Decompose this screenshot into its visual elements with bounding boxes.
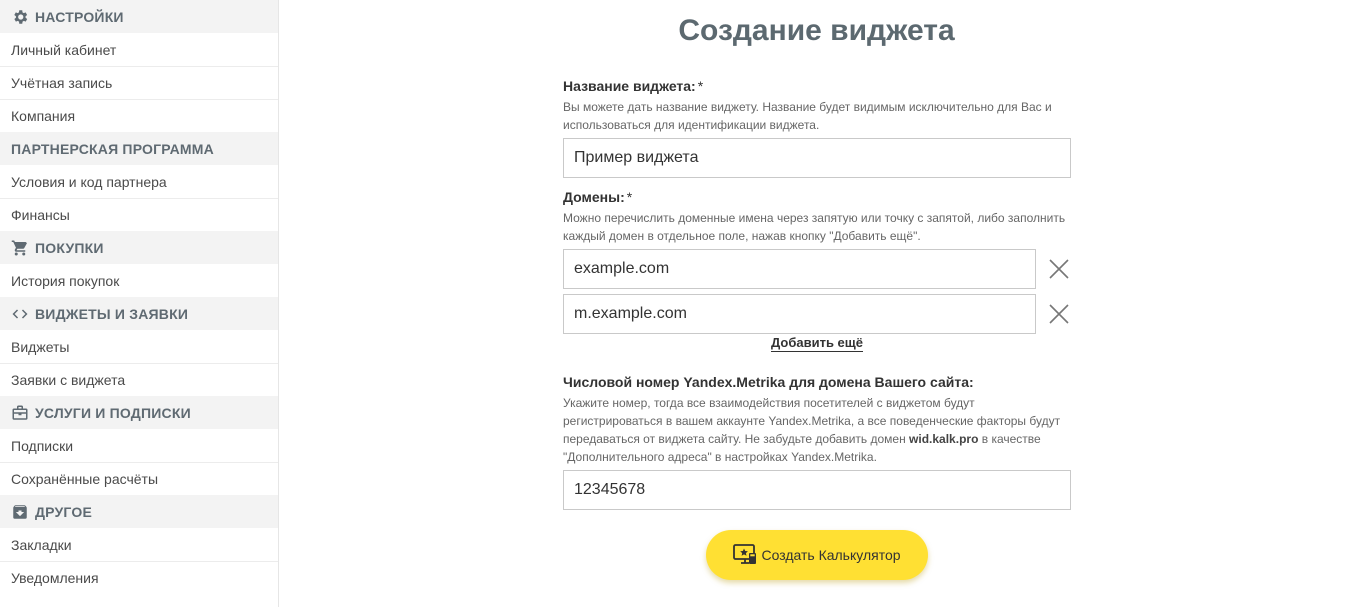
section-services: УСЛУГИ И ПОДПИСКИ [0,396,278,429]
metrika-label: Числовой номер Yandex.Metrika для домена… [563,374,974,390]
domains-block: Домены: * Можно перечислить доменные имен… [563,189,1071,245]
section-title: ВИДЖЕТЫ И ЗАЯВКИ [35,305,189,322]
sidebar-item-notifications[interactable]: Уведомления [0,561,278,594]
domains-label-text: Домены: [563,189,625,205]
remove-domain-button[interactable] [1047,302,1071,326]
required-mark: * [697,78,704,94]
code-icon [12,309,28,318]
domain-row [563,249,1071,289]
briefcase-icon [12,405,28,420]
section-widgets: ВИДЖЕТЫ И ЗАЯВКИ [0,297,278,330]
sidebar-item-widgets[interactable]: Виджеты [0,330,278,363]
domains-hint: Можно перечислить доменные имена через з… [563,211,1066,243]
sidebar: НАСТРОЙКИ Личный кабинет Учётная запись … [0,0,279,607]
sidebar-item-bookmarks[interactable]: Закладки [0,528,278,561]
domain-row [563,294,1071,334]
create-button-label: Создать Калькулятор [761,547,901,563]
calculator-monitor-icon [733,544,757,564]
section-other: ДРУГОЕ [0,495,278,528]
sidebar-item-company[interactable]: Компания [0,99,278,132]
metrika-hint-domain: wid.kalk.pro [909,432,979,446]
metrika-id-input[interactable] [563,470,1071,510]
domains-label: Домены: * [563,189,1071,205]
sidebar-item-saved-calculations[interactable]: Сохранённые расчёты [0,462,278,495]
section-purchases: ПОКУПКИ [0,231,278,264]
section-title: ПАРТНЕРСКАЯ ПРОГРАММА [11,140,214,157]
add-more-wrapper: Добавить ещё [563,335,1071,352]
close-icon [1049,304,1069,324]
sidebar-item-widget-requests[interactable]: Заявки с виджета [0,363,278,396]
section-partner: ПАРТНЕРСКАЯ ПРОГРАММА [0,132,278,165]
domain-input[interactable] [563,294,1036,334]
page-title: Создание виджета [678,14,955,47]
section-settings: НАСТРОЙКИ [0,0,278,33]
domain-input[interactable] [563,249,1036,289]
sidebar-item-account[interactable]: Учётная запись [0,66,278,99]
widget-name-label: Название виджета: * [563,78,1071,94]
required-mark: * [626,189,633,205]
widget-name-block: Название виджета: * Вы можете дать назван… [563,78,1071,134]
add-more-link[interactable]: Добавить ещё [770,335,863,352]
sidebar-item-partner-terms[interactable]: Условия и код партнера [0,165,278,198]
remove-domain-button[interactable] [1047,257,1071,281]
section-title: ПОКУПКИ [35,239,104,256]
widget-name-label-text: Название виджета: [563,78,696,94]
create-calculator-button[interactable]: Создать Калькулятор [706,530,928,580]
sidebar-item-finances[interactable]: Финансы [0,198,278,231]
section-title: УСЛУГИ И ПОДПИСКИ [35,404,191,421]
sidebar-item-personal-cabinet[interactable]: Личный кабинет [0,33,278,66]
section-title: ДРУГОЕ [35,503,93,520]
sidebar-item-purchase-history[interactable]: История покупок [0,264,278,297]
close-icon [1049,259,1069,279]
metrika-hint: Укажите номер, тогда все взаимодействия … [563,394,1071,466]
widget-name-input[interactable] [563,138,1071,178]
metrika-block: Числовой номер Yandex.Metrika для домена… [563,374,1071,466]
cart-icon [11,240,27,255]
main-content: Создание виджета Название виджета: * Вы м… [279,0,1354,607]
archive-icon [13,504,27,519]
gear-icon [14,9,28,24]
section-title: НАСТРОЙКИ [35,8,124,25]
widget-name-hint: Вы можете дать название виджету. Названи… [563,100,1052,132]
sidebar-item-subscriptions[interactable]: Подписки [0,429,278,462]
